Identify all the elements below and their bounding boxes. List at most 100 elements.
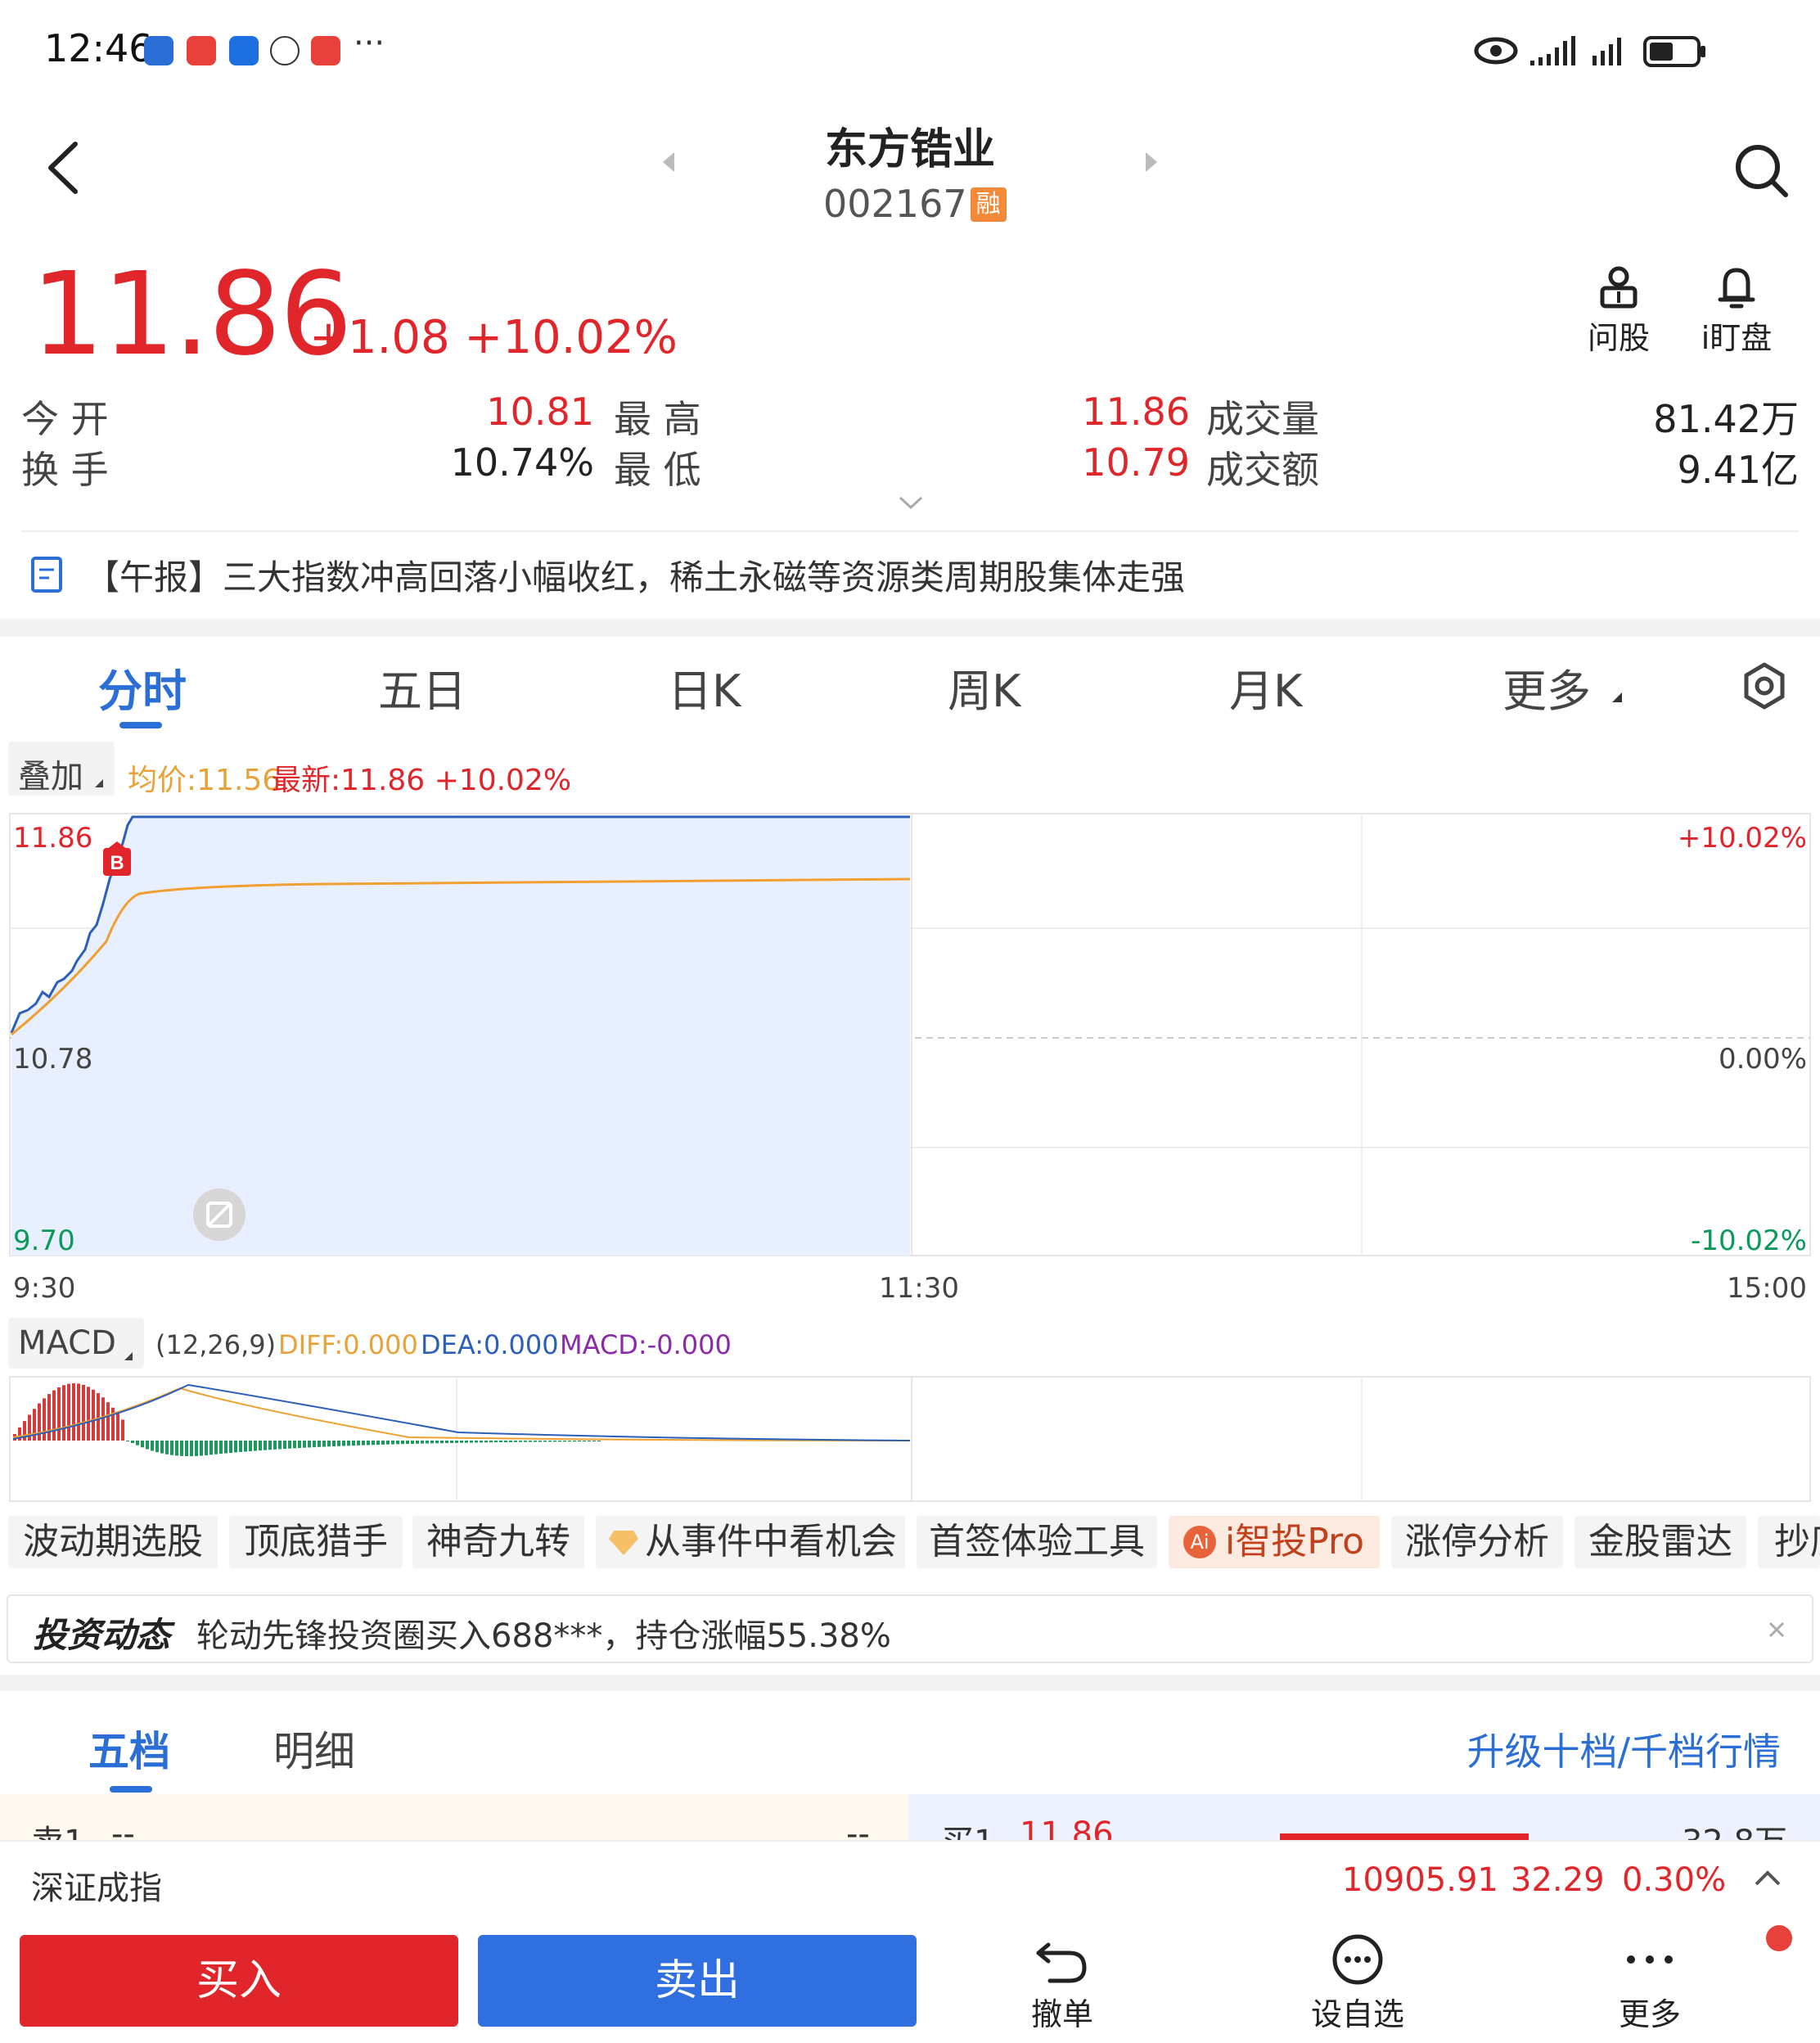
search-icon[interactable] [1732,141,1791,200]
diamond-icon [609,1531,638,1555]
more-caret-icon [1612,692,1622,702]
tool-event-opportunity[interactable]: 从事件中看机会 [596,1516,905,1568]
macd-bar [534,1441,537,1442]
investment-dynamics-banner[interactable]: 投资动态 轮动先锋投资圈买入688***，持仓涨幅55.38% [7,1594,1813,1663]
x-tick-open: 9:30 [13,1272,76,1305]
macd-bar [293,1441,296,1449]
macd-bar [411,1441,414,1444]
macd-bar [283,1441,286,1450]
macd-bar [470,1441,473,1443]
tab-five-day[interactable]: 五日 [378,655,466,719]
current-price: 11.86 [31,248,353,381]
buy-button[interactable]: 买入 [20,1935,458,2027]
macd-bar [489,1441,493,1443]
macd-bar [72,1383,75,1441]
tool-golden-radar[interactable]: 金股雷达 [1574,1516,1746,1568]
tab-daily-k[interactable]: 日K [668,655,741,719]
intraday-chart[interactable]: B [0,810,1820,1301]
macd-bar [62,1385,65,1441]
tool-bottom-fishing[interactable]: 抄底 [1758,1516,1820,1568]
stock-code: 002167 [823,182,967,226]
macd-bar [529,1441,532,1442]
price-change: +1.08 +10.02% [309,311,678,364]
dynamics-text: 轮动先锋投资圈买入688***，持仓涨幅55.38% [196,1617,891,1655]
amount-value: 9.41亿 [1677,448,1799,492]
indicator-label: MACD [18,1324,116,1362]
macd-bar [322,1441,326,1447]
order-tab-indicator [110,1786,152,1793]
ai-icon: Ai [1183,1526,1216,1558]
index-bar[interactable]: 深证成指 10905.91 32.29 0.30% [0,1840,1820,1919]
buy1-label: 买1 [941,1815,994,1840]
news-doc-icon [31,557,62,593]
macd-bar [460,1441,463,1443]
watch-button[interactable]: i盯盘 [1696,264,1777,358]
sell1-price: -- [111,1815,135,1840]
overlay-button[interactable]: 叠加 [8,742,115,796]
low-value: 10.79 [1082,440,1190,485]
alipay-icon [229,36,259,65]
macd-bar [67,1383,70,1441]
open-value: 10.81 [486,390,594,434]
tab-detail[interactable]: 明细 [273,1719,355,1778]
macd-bar [116,1413,119,1441]
more-actions-button[interactable]: 更多 [1601,1933,1699,2034]
tab-weekly-k[interactable]: 周K [948,655,1020,719]
index-value: 10905.91 [1342,1861,1498,1899]
overlay-caret-icon [95,779,103,787]
macd-bar [268,1441,272,1450]
tool-first-sign[interactable]: 首签体验工具 [917,1516,1157,1568]
chat-dots-icon [1332,1934,1383,1985]
ask-stock-button[interactable]: 问股 [1584,264,1653,358]
expand-chevron-icon[interactable] [897,494,925,512]
chevron-up-icon[interactable] [1753,1868,1782,1887]
bottom-action-bar: 买入 卖出 撤单 设自选 更多 [0,1915,1820,2043]
tool-magic-nine[interactable]: 神奇九转 [412,1516,584,1568]
indicator-select[interactable]: MACD [8,1318,144,1369]
active-tab-indicator [119,722,162,728]
news-banner[interactable]: 【午报】三大指数冲高回落小幅收红，稀土永磁等资源类周期股集体走强 [0,532,1820,614]
hide-toggle-icon[interactable] [193,1188,246,1241]
macd-bar [288,1441,291,1449]
tool-izhitou-label: i智投Pro [1224,1521,1365,1563]
tab-five-levels[interactable]: 五档 [88,1719,170,1778]
tab-intraday[interactable]: 分时 [98,655,187,719]
y-pct-low: -10.02% [1691,1224,1807,1257]
macd-bar [416,1441,419,1444]
cancel-order-button[interactable]: 撤单 [1013,1933,1111,2034]
section-gap [0,1675,1820,1691]
macd-bar [52,1390,56,1441]
close-icon[interactable] [1768,1621,1786,1639]
macd-bar [509,1441,512,1442]
upgrade-link[interactable]: 升级十档/千档行情 [1467,1722,1782,1776]
macd-bar [391,1441,394,1445]
macd-bar [224,1441,228,1454]
x-tick-close: 15:00 [1727,1272,1807,1305]
macd-chart[interactable] [0,1375,1820,1506]
tab-more[interactable]: 更多 [1502,655,1591,719]
tool-izhitou-pro[interactable]: Ai i智投Pro [1169,1516,1380,1568]
buy1-price: 11.86 [1020,1815,1114,1840]
macd-params: (12,26,9) [155,1329,277,1360]
tab-monthly-k[interactable]: 月K [1229,655,1302,719]
macd-diff: DIFF:0.000 [278,1329,418,1360]
high-label: 最 高 [614,397,701,441]
macd-bar [426,1441,429,1444]
watch-label: i盯盘 [1701,320,1773,356]
tool-limit-up-analysis[interactable]: 涨停分析 [1391,1516,1563,1568]
tool-top-bottom-hunter[interactable]: 顶底猎手 [229,1516,403,1568]
add-watchlist-button[interactable]: 设自选 [1304,1933,1411,2034]
macd-bar [480,1441,483,1443]
index-change: 32.29 [1511,1861,1605,1899]
macd-bar [200,1441,203,1456]
tool-volatility-picker[interactable]: 波动期选股 [8,1516,218,1568]
macd-bar [386,1441,390,1445]
macd-bar [519,1441,522,1442]
stock-name: 东方锆业 [824,125,995,174]
macd-bar [367,1441,370,1445]
macd-bar [180,1441,183,1456]
dynamics-label: 投资动态 [33,1615,171,1655]
settings-icon[interactable] [1740,661,1789,710]
macd-bar [155,1441,159,1453]
sell-button[interactable]: 卖出 [478,1935,917,2027]
